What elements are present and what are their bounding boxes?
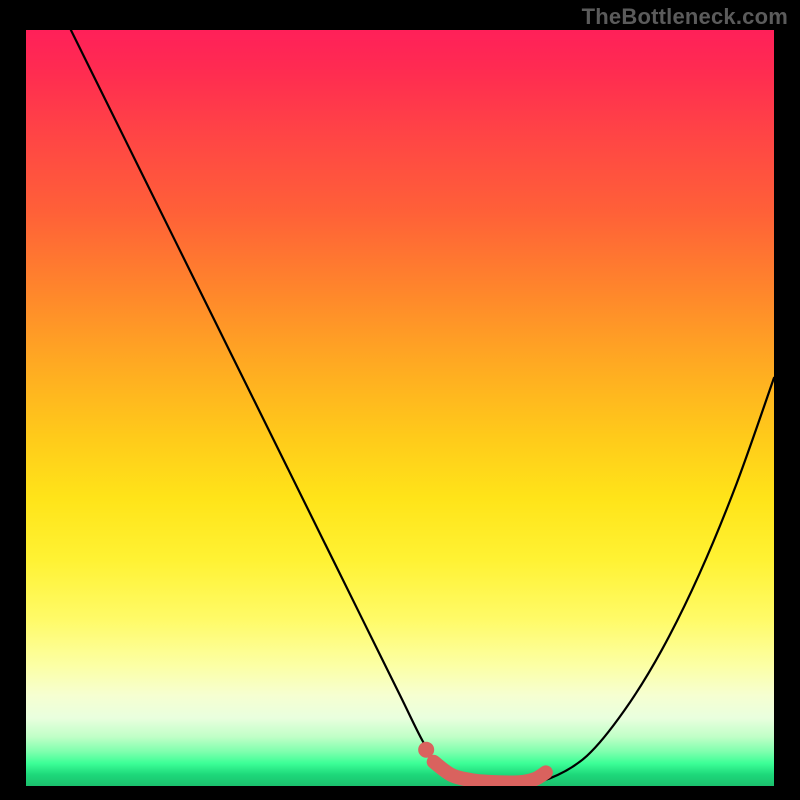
chart-root: TheBottleneck.com — [0, 0, 800, 800]
watermark-text: TheBottleneck.com — [582, 4, 788, 30]
plot-area — [26, 30, 774, 786]
bottleneck-curve — [71, 30, 774, 783]
trough-start-dot — [418, 742, 434, 758]
curve-layer — [26, 30, 774, 786]
trough-highlight — [434, 762, 546, 783]
